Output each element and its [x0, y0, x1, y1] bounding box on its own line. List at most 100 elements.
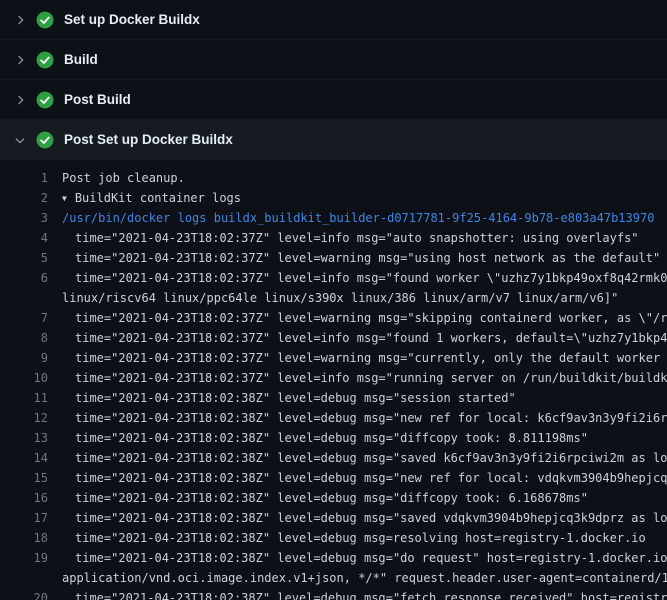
log-section-header[interactable]: Post Build: [0, 80, 667, 120]
line-text: application/vnd.oci.image.index.v1+json,…: [62, 571, 667, 585]
line-text: time="2021-04-23T18:02:38Z" level=debug …: [75, 451, 667, 465]
line-text: time="2021-04-23T18:02:37Z" level=info m…: [75, 231, 639, 245]
line-number[interactable]: 15: [0, 468, 48, 488]
log-line: 5 time="2021-04-23T18:02:37Z" level=warn…: [0, 248, 667, 268]
section-title: Set up Docker Buildx: [64, 12, 200, 27]
line-text-wrap: time="2021-04-23T18:02:37Z" level=info m…: [62, 368, 667, 388]
line-text-wrap: time="2021-04-23T18:02:38Z" level=debug …: [62, 468, 667, 488]
line-text: time="2021-04-23T18:02:37Z" level=info m…: [75, 331, 667, 345]
line-text: time="2021-04-23T18:02:37Z" level=info m…: [75, 271, 667, 285]
line-text: time="2021-04-23T18:02:38Z" level=debug …: [75, 491, 588, 505]
line-number[interactable]: 13: [0, 428, 48, 448]
line-text-wrap: time="2021-04-23T18:02:37Z" level=warnin…: [62, 308, 667, 328]
line-number[interactable]: 11: [0, 388, 48, 408]
log-line: 19 time="2021-04-23T18:02:38Z" level=deb…: [0, 548, 667, 568]
line-number[interactable]: 9: [0, 348, 48, 368]
log-line: 4 time="2021-04-23T18:02:37Z" level=info…: [0, 228, 667, 248]
chevron-right-icon: [12, 52, 28, 68]
line-text: time="2021-04-23T18:02:38Z" level=debug …: [75, 551, 667, 565]
line-text: time="2021-04-23T18:02:38Z" level=debug …: [75, 411, 667, 425]
line-text-wrap: application/vnd.oci.image.index.v1+json,…: [62, 568, 667, 588]
section-title: Build: [64, 52, 98, 67]
line-number[interactable]: 16: [0, 488, 48, 508]
line-text: time="2021-04-23T18:02:38Z" level=debug …: [75, 431, 588, 445]
log-line: 14 time="2021-04-23T18:02:38Z" level=deb…: [0, 448, 667, 468]
line-text-wrap: time="2021-04-23T18:02:37Z" level=warnin…: [62, 348, 667, 368]
line-text: time="2021-04-23T18:02:37Z" level=warnin…: [75, 351, 667, 365]
check-circle-icon: [36, 11, 54, 29]
line-text-wrap: time="2021-04-23T18:02:37Z" level=info m…: [62, 268, 667, 288]
check-circle-icon: [36, 51, 54, 69]
line-number[interactable]: 2: [0, 188, 48, 208]
line-text-wrap: time="2021-04-23T18:02:38Z" level=debug …: [62, 548, 667, 568]
line-number[interactable]: 6: [0, 268, 48, 288]
chevron-right-icon: [12, 12, 28, 28]
line-text: linux/riscv64 linux/ppc64le linux/s390x …: [62, 291, 618, 305]
line-text: time="2021-04-23T18:02:38Z" level=debug …: [75, 511, 667, 525]
line-text-wrap: time="2021-04-23T18:02:38Z" level=debug …: [62, 508, 667, 528]
log-line: 11 time="2021-04-23T18:02:38Z" level=deb…: [0, 388, 667, 408]
line-text-wrap: ▼ BuildKit container logs: [62, 188, 667, 208]
line-text-wrap: time="2021-04-23T18:02:38Z" level=debug …: [62, 488, 667, 508]
group-caret-icon[interactable]: ▼: [62, 189, 67, 208]
line-text: time="2021-04-23T18:02:38Z" level=debug …: [75, 391, 516, 405]
line-number[interactable]: 17: [0, 508, 48, 528]
section-title: Post Set up Docker Buildx: [64, 132, 233, 147]
log-line: 18 time="2021-04-23T18:02:38Z" level=deb…: [0, 528, 667, 548]
log-line: 3 /usr/bin/docker logs buildx_buildkit_b…: [0, 208, 667, 228]
log-line: 16 time="2021-04-23T18:02:38Z" level=deb…: [0, 488, 667, 508]
line-number[interactable]: [0, 288, 48, 308]
log-line: 12 time="2021-04-23T18:02:38Z" level=deb…: [0, 408, 667, 428]
line-text: time="2021-04-23T18:02:38Z" level=debug …: [75, 591, 667, 600]
line-number[interactable]: 12: [0, 408, 48, 428]
log-line: 8 time="2021-04-23T18:02:37Z" level=info…: [0, 328, 667, 348]
line-text-wrap: time="2021-04-23T18:02:38Z" level=debug …: [62, 428, 667, 448]
log-line: 9 time="2021-04-23T18:02:37Z" level=warn…: [0, 348, 667, 368]
line-number[interactable]: 8: [0, 328, 48, 348]
line-text: BuildKit container logs: [75, 191, 241, 205]
line-text-wrap: time="2021-04-23T18:02:38Z" level=debug …: [62, 408, 667, 428]
line-text: /usr/bin/docker logs buildx_buildkit_bui…: [62, 211, 654, 225]
check-circle-icon: [36, 91, 54, 109]
line-text: time="2021-04-23T18:02:38Z" level=debug …: [75, 531, 646, 545]
log-line: 13 time="2021-04-23T18:02:38Z" level=deb…: [0, 428, 667, 448]
log-line: 10 time="2021-04-23T18:02:37Z" level=inf…: [0, 368, 667, 388]
line-number[interactable]: 20: [0, 588, 48, 600]
line-text-wrap: time="2021-04-23T18:02:37Z" level=info m…: [62, 228, 667, 248]
line-number[interactable]: 10: [0, 368, 48, 388]
log-line: 2 ▼ BuildKit container logs: [0, 188, 667, 208]
line-text: time="2021-04-23T18:02:37Z" level=info m…: [75, 371, 667, 385]
line-text-wrap: time="2021-04-23T18:02:38Z" level=debug …: [62, 448, 667, 468]
workflow-log-viewer: Set up Docker Buildx Build P: [0, 0, 667, 600]
line-text-wrap: linux/riscv64 linux/ppc64le linux/s390x …: [62, 288, 667, 308]
line-text: time="2021-04-23T18:02:37Z" level=warnin…: [75, 251, 660, 265]
line-number[interactable]: 5: [0, 248, 48, 268]
line-text-wrap: time="2021-04-23T18:02:38Z" level=debug …: [62, 588, 667, 600]
log-line: 17 time="2021-04-23T18:02:38Z" level=deb…: [0, 508, 667, 528]
line-number[interactable]: 14: [0, 448, 48, 468]
line-number[interactable]: [0, 568, 48, 588]
check-circle-icon: [36, 131, 54, 149]
log-section-header[interactable]: Build: [0, 40, 667, 80]
line-text: time="2021-04-23T18:02:38Z" level=debug …: [75, 471, 667, 485]
log-line: 6 time="2021-04-23T18:02:37Z" level=info…: [0, 268, 667, 288]
line-number[interactable]: 19: [0, 548, 48, 568]
chevron-right-icon: [12, 132, 28, 148]
log-line: 15 time="2021-04-23T18:02:38Z" level=deb…: [0, 468, 667, 488]
log-line: linux/riscv64 linux/ppc64le linux/s390x …: [0, 288, 667, 308]
line-number[interactable]: 7: [0, 308, 48, 328]
line-text-wrap: time="2021-04-23T18:02:37Z" level=info m…: [62, 328, 667, 348]
line-number[interactable]: 3: [0, 208, 48, 228]
line-number[interactable]: 4: [0, 228, 48, 248]
line-text-wrap: time="2021-04-23T18:02:38Z" level=debug …: [62, 388, 667, 408]
log-section-header[interactable]: Set up Docker Buildx: [0, 0, 667, 40]
log-section-header[interactable]: Post Set up Docker Buildx: [0, 120, 667, 160]
line-text-wrap: time="2021-04-23T18:02:37Z" level=warnin…: [62, 248, 667, 268]
chevron-right-icon: [12, 92, 28, 108]
sections-list: Set up Docker Buildx Build P: [0, 0, 667, 160]
line-number[interactable]: 1: [0, 168, 48, 188]
line-text: Post job cleanup.: [62, 171, 185, 185]
line-number[interactable]: 18: [0, 528, 48, 548]
log-line: 1 Post job cleanup.: [0, 168, 667, 188]
section-title: Post Build: [64, 92, 131, 107]
